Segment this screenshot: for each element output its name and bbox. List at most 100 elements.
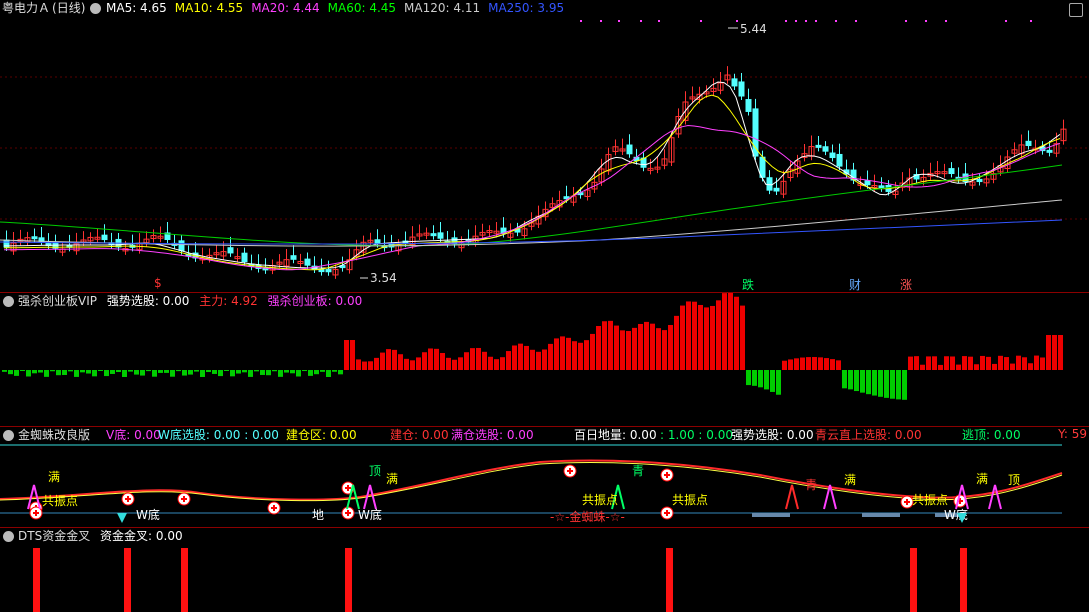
histogram-bar [866, 370, 871, 395]
candle-body [241, 252, 248, 263]
dts-item-0: 资金金叉: 0.00 [100, 529, 183, 543]
golden-cross-bar [33, 548, 40, 612]
candlestick-chart[interactable] [0, 0, 1089, 292]
histogram-bar [320, 370, 325, 372]
dropdown-icon[interactable] [3, 296, 14, 307]
candle-body [318, 269, 325, 273]
histogram-bar [1040, 357, 1045, 370]
histogram-bar [1034, 355, 1039, 370]
histogram-bar [716, 300, 721, 370]
ma-legend-item: MA120: 4.11 [404, 1, 481, 15]
spider-header: 金蜘蛛改良版 V底: 0.00 W底选股: 0.00 : 0.00 建仓区: 0… [0, 427, 1089, 443]
candle-body [437, 232, 444, 239]
main-force-histogram[interactable] [0, 293, 1089, 426]
histogram-bar [908, 356, 913, 370]
indicator-panel-strong[interactable]: 强杀创业板VIP 强势选股: 0.00 主力: 4.92 强杀创业板: 0.00 [0, 293, 1089, 426]
dropdown-icon[interactable] [90, 3, 101, 14]
histogram-bar [608, 320, 613, 370]
histogram-bar [788, 359, 793, 370]
strong-item-1: 主力: 4.92 [199, 294, 258, 308]
histogram-bar [434, 348, 439, 370]
period-label[interactable]: (日线) [52, 1, 85, 15]
candle-body [773, 187, 780, 192]
dropdown-icon[interactable] [3, 430, 14, 441]
histogram-bar [368, 361, 373, 370]
histogram-bar [230, 370, 235, 377]
candle-body [304, 258, 311, 266]
signal-dot [736, 20, 738, 22]
candle-body [101, 234, 108, 241]
histogram-bar [326, 370, 331, 377]
histogram-bar [626, 331, 631, 370]
indicator-title[interactable]: DTS资金金叉 [18, 529, 90, 543]
histogram-bar [266, 370, 271, 376]
maximize-icon[interactable] [1069, 3, 1083, 17]
histogram-bar [878, 370, 883, 397]
histogram-bar [2, 370, 7, 372]
high-price-label: 5.44 [740, 22, 767, 36]
histogram-bar [992, 363, 997, 370]
histogram-bar [800, 357, 805, 370]
histogram-bar [380, 352, 385, 370]
spider-item-4: 满仓选股: 0.00 [451, 428, 534, 442]
strong-item-2: 强杀创业板: 0.00 [267, 294, 363, 308]
histogram-bar [446, 357, 451, 370]
histogram-bar [1046, 335, 1051, 370]
spider-leg-arrow [988, 484, 1002, 510]
indicator-panel-spider[interactable]: 满满满满顶顶青青共振点 共振点 共振点 共振点 W底 W底 W底地 -☆-金蜘蛛-☆- 金蜘蛛… [0, 427, 1089, 527]
indicator-title[interactable]: 金蜘蛛改良版 [18, 427, 90, 443]
candle-body [731, 78, 738, 87]
histogram-bar [650, 323, 655, 370]
histogram-bar [884, 370, 889, 398]
signal-dot [855, 20, 857, 22]
histogram-bar [392, 349, 397, 370]
histogram-bar [236, 370, 241, 374]
histogram-bar [350, 340, 355, 370]
indicator-title[interactable]: 强杀创业板VIP [18, 294, 97, 308]
histogram-bar [104, 370, 109, 377]
candle-body [738, 81, 745, 97]
histogram-bar [188, 370, 193, 375]
indicator-panel-dts[interactable]: DTS资金金叉 资金金叉: 0.00 [0, 528, 1089, 612]
histogram-bar [1016, 355, 1021, 370]
histogram-bar [254, 370, 259, 372]
histogram-bar [860, 370, 865, 393]
histogram-bar [272, 370, 277, 372]
histogram-bar [470, 348, 475, 370]
annotation-text: 顶 [1008, 473, 1020, 487]
signal-dot [640, 20, 642, 22]
candle-body [836, 153, 843, 167]
histogram-bar [14, 370, 19, 376]
candle-body [178, 240, 185, 252]
candle-body [822, 146, 829, 152]
histogram-bar [812, 357, 817, 370]
histogram-bar [56, 370, 61, 376]
signal-dot [795, 20, 797, 22]
signal-dot [1005, 20, 1007, 22]
histogram-bar [590, 333, 595, 370]
histogram-bar [722, 293, 727, 370]
histogram-bar [662, 330, 667, 370]
histogram-bar [560, 336, 565, 370]
histogram-bar [476, 347, 481, 370]
annotation-text: 满 [976, 472, 988, 486]
histogram-bar [296, 370, 301, 377]
histogram-bar [956, 364, 961, 370]
histogram-bar [80, 370, 85, 373]
price-panel[interactable]: 粤电力Ａ (日线) MA5: 4.65 MA10: 4.55 MA20: 4.44 MA… [0, 0, 1089, 292]
histogram-bar [770, 370, 775, 392]
histogram-bar [428, 348, 433, 370]
annotation-text: 共振点 [912, 493, 948, 507]
strong-item-0: 强势选股: 0.00 [106, 294, 190, 308]
histogram-bar [62, 370, 67, 375]
histogram-bar [182, 370, 187, 376]
histogram-bar [848, 370, 853, 390]
annotation-text: 青 [805, 478, 817, 492]
candle-body [1025, 140, 1032, 147]
dropdown-icon[interactable] [3, 531, 14, 542]
signal-dot [945, 20, 947, 22]
histogram-bar [158, 370, 163, 373]
stock-name[interactable]: 粤电力Ａ [2, 1, 50, 15]
histogram-bar [794, 358, 799, 370]
histogram-bar [68, 370, 73, 372]
